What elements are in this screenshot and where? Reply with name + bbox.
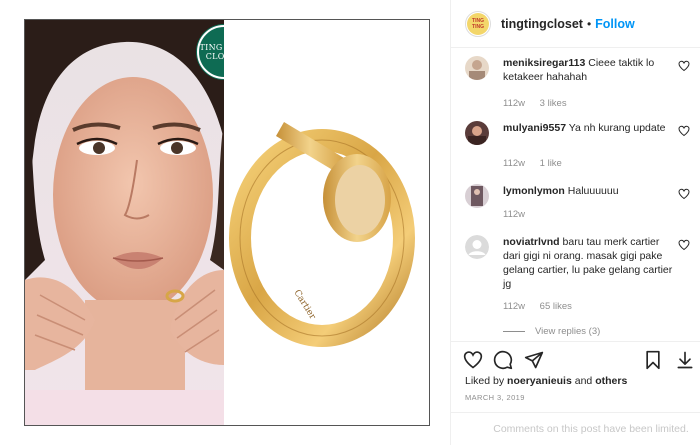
brand-logo-line2: CLOSET (205, 52, 224, 61)
liked-by-summary: Liked by noeryanieuis and others (465, 375, 627, 387)
comment-age: 112w (503, 98, 526, 109)
post-sidebar: TING TING tingtingcloset • Follow meniks… (450, 0, 700, 445)
comment-meta: 112w 3 likes (503, 98, 579, 109)
author-avatar-text2: TING (472, 23, 484, 30)
author-avatar[interactable]: TING TING (465, 10, 491, 37)
commenter-avatar[interactable] (465, 56, 489, 80)
comment-username[interactable]: meniksiregar113 (503, 57, 585, 69)
comment-age: 112w (503, 301, 526, 312)
comment-text: Haluuuuuu (567, 185, 619, 197)
comment-likes[interactable]: 3 likes (540, 98, 567, 109)
follow-button[interactable]: Follow (595, 17, 635, 31)
heart-icon[interactable] (678, 60, 690, 72)
comment-username[interactable]: lymonlymon (503, 185, 565, 197)
bookmark-icon[interactable] (643, 350, 663, 370)
comment-meta: 112w 65 likes (503, 301, 584, 312)
heart-icon[interactable] (678, 239, 690, 251)
product-engraving: Cartier (291, 288, 317, 322)
header-separator: • (586, 16, 592, 31)
post-media-area: TING TING CLOSET (0, 0, 450, 445)
comment-meta: 112w (503, 209, 549, 220)
like-heart-icon[interactable] (463, 350, 483, 370)
liked-by-prefix: Liked by (465, 375, 505, 387)
heart-icon[interactable] (678, 125, 690, 137)
comment-likes[interactable]: 65 likes (540, 301, 572, 312)
comment-username[interactable]: noviatrlvnd (503, 236, 560, 248)
commenter-avatar[interactable] (465, 235, 489, 259)
comment-age: 112w (503, 209, 526, 220)
author-username[interactable]: tingtingcloset (501, 17, 583, 31)
view-replies-label: View replies (3) (535, 326, 601, 337)
share-send-icon[interactable] (524, 350, 544, 370)
comment-age: 112w (503, 158, 526, 169)
post-header: TING TING tingtingcloset • Follow (451, 0, 700, 48)
commenter-avatar[interactable] (465, 121, 489, 145)
view-replies-button[interactable]: View replies (3) (503, 326, 600, 337)
liked-by-user[interactable]: noeryanieuis (507, 375, 572, 387)
liked-by-others[interactable]: others (595, 375, 627, 387)
comments-limited-notice: Comments on this post have been limited. (451, 412, 700, 445)
product-photo: Cartier (224, 20, 429, 425)
comment-likes[interactable]: 1 like (540, 158, 562, 169)
comment-bubble-icon[interactable] (493, 350, 513, 370)
liked-by-joiner: and (574, 375, 593, 387)
post-action-bar (451, 341, 700, 377)
heart-icon[interactable] (678, 188, 690, 200)
comments-list[interactable]: meniksiregar113 Cieee taktik lo ketakeer… (451, 49, 700, 341)
post-date: MARCH 3, 2019 (465, 393, 525, 402)
replies-divider-line (503, 331, 525, 332)
comment-text: Ya nh kurang update (568, 122, 666, 134)
download-icon[interactable] (675, 350, 695, 370)
commenter-avatar[interactable] (465, 184, 489, 208)
comment-meta: 112w 1 like (503, 158, 574, 169)
portrait-photo: TING TING CLOSET (25, 20, 224, 425)
comment-username[interactable]: mulyani9557 (503, 122, 566, 134)
brand-logo-line1: TING TING (199, 43, 224, 52)
post-image[interactable]: TING TING CLOSET (24, 19, 430, 426)
